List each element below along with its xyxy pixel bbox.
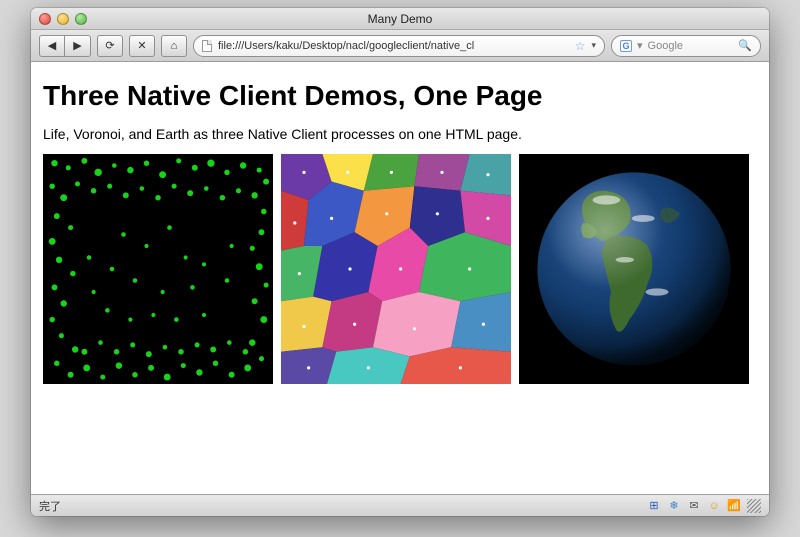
feed-icon[interactable]: 📶	[727, 499, 741, 513]
page-icon	[202, 40, 212, 52]
address-bar[interactable]: file:///Users/kaku/Desktop/nacl/googlecl…	[193, 35, 605, 57]
stop-button[interactable]: ✕	[129, 35, 155, 57]
page-content: Three Native Client Demos, One Page Life…	[31, 62, 769, 494]
snow-icon[interactable]: ❄	[667, 499, 681, 513]
titlebar: Many Demo	[31, 8, 769, 30]
delicious-icon[interactable]: ⊞	[647, 499, 661, 513]
toolbar: ◀ ▶ ⟳ ✕ ⌂ file:///Users/kaku/Desktop/nac…	[31, 30, 769, 62]
zoom-button[interactable]	[75, 13, 87, 25]
url-text: file:///Users/kaku/Desktop/nacl/googlecl…	[218, 40, 569, 52]
reload-icon: ⟳	[105, 39, 114, 52]
search-engine-icon: G	[620, 40, 632, 52]
page-subheading: Life, Voronoi, and Earth as three Native…	[43, 126, 757, 142]
back-button[interactable]: ◀	[39, 35, 65, 57]
bookmark-star-icon[interactable]: ☆	[575, 39, 586, 53]
address-dropdown-icon[interactable]: ▾	[591, 40, 596, 51]
search-icon: 🔍	[738, 39, 752, 52]
demo-earth[interactable]	[519, 154, 749, 384]
home-button[interactable]: ⌂	[161, 35, 187, 57]
back-icon: ◀	[48, 39, 56, 52]
status-icons: ⊞ ❄ ✉ ☺ 📶	[647, 499, 761, 513]
resize-handle[interactable]	[747, 499, 761, 513]
home-icon: ⌂	[171, 40, 178, 52]
nav-group: ◀ ▶	[39, 35, 91, 57]
status-text: 完了	[39, 498, 61, 514]
search-field[interactable]: G ▾ Google 🔍	[611, 35, 761, 57]
minimize-button[interactable]	[57, 13, 69, 25]
demos-row	[43, 154, 757, 384]
mail-icon[interactable]: ✉	[687, 499, 701, 513]
close-button[interactable]	[39, 13, 51, 25]
search-engine-dropdown-icon[interactable]: ▾	[637, 39, 643, 52]
stop-icon: ✕	[137, 39, 146, 52]
window-title: Many Demo	[31, 12, 769, 26]
reload-button[interactable]: ⟳	[97, 35, 123, 57]
search-placeholder: Google	[648, 40, 734, 52]
forward-icon: ▶	[73, 39, 81, 52]
traffic-lights	[39, 13, 87, 25]
status-bar: 完了 ⊞ ❄ ✉ ☺ 📶	[31, 494, 769, 516]
page-heading: Three Native Client Demos, One Page	[43, 80, 757, 112]
smiley-icon[interactable]: ☺	[707, 499, 721, 513]
forward-button[interactable]: ▶	[65, 35, 91, 57]
demo-life[interactable]	[43, 154, 273, 384]
browser-window: Many Demo ◀ ▶ ⟳ ✕ ⌂ file:///Users/kaku/D…	[31, 8, 769, 516]
demo-voronoi[interactable]	[281, 154, 511, 384]
